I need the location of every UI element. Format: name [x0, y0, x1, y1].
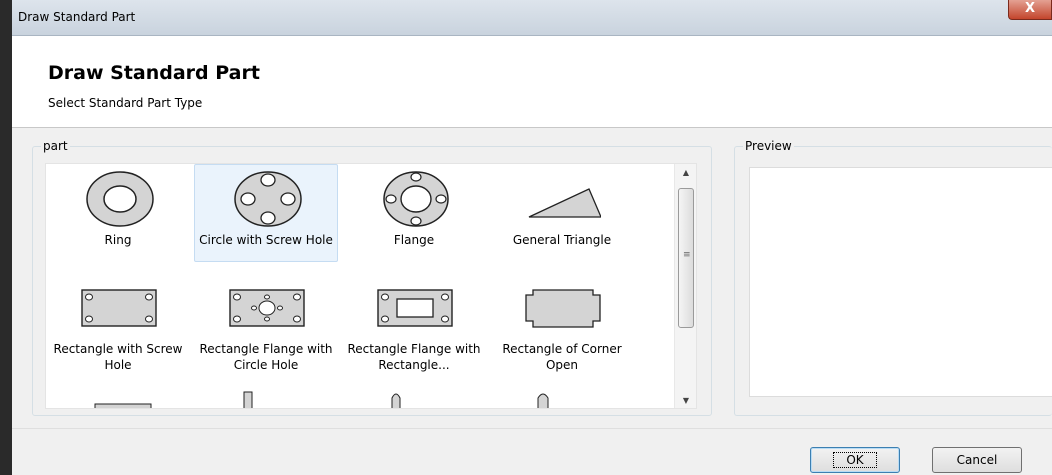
partial-part-icon — [391, 393, 401, 408]
part-label: Circle with Screw Hole — [199, 233, 333, 247]
part-group-label: part — [41, 139, 70, 153]
part-label: General Triangle — [512, 233, 612, 247]
close-icon: X — [1024, 1, 1036, 16]
close-button[interactable]: X — [1008, 0, 1052, 20]
scroll-up-icon[interactable]: ▲ — [675, 164, 696, 182]
list-item-general-triangle[interactable]: General Triangle — [490, 164, 634, 262]
circle-screw-hole-icon — [234, 171, 302, 227]
preview-box — [749, 167, 1052, 397]
list-item-rect-flange-circle[interactable]: Rectangle Flange with Circle Hole — [194, 282, 338, 380]
part-group: part Ring Circle with Screw Hole Flange … — [32, 139, 712, 416]
list-item-rect-screw-hole[interactable]: Rectangle with Screw Hole — [46, 282, 190, 380]
rect-flange-circle-icon — [229, 289, 305, 327]
part-label: Rectangle of Corner Open — [502, 342, 622, 372]
rect-screw-hole-icon — [81, 289, 157, 327]
part-label: Flange — [393, 233, 435, 247]
part-label: Rectangle with Screw Hole — [53, 342, 183, 372]
title-bar[interactable]: Draw Standard Part X — [12, 0, 1052, 36]
list-item-ring[interactable]: Ring — [46, 164, 190, 262]
window-title: Draw Standard Part — [18, 10, 136, 24]
ring-icon — [86, 171, 154, 227]
cancel-button[interactable]: Cancel — [932, 447, 1022, 473]
page-subtitle: Select Standard Part Type — [48, 96, 203, 110]
page-title: Draw Standard Part — [48, 62, 260, 84]
preview-group-label: Preview — [743, 139, 794, 153]
part-label: Rectangle Flange with Rectangle... — [347, 342, 481, 372]
scroll-down-icon[interactable]: ▼ — [675, 392, 696, 408]
grip-icon: ≡ — [683, 250, 691, 260]
vertical-scrollbar[interactable]: ▲ ≡ ▼ — [674, 164, 696, 408]
part-list[interactable]: Ring Circle with Screw Hole Flange Gener… — [45, 163, 697, 409]
list-item-rect-corner-open[interactable]: Rectangle of Corner Open — [490, 282, 634, 380]
rect-flange-rect-icon — [377, 289, 453, 327]
partial-part-icon — [537, 393, 549, 408]
flange-icon — [383, 171, 449, 227]
ok-button[interactable]: OK — [810, 447, 900, 473]
dialog-body: part Ring Circle with Screw Hole Flange … — [12, 128, 1052, 428]
preview-group: Preview — [734, 139, 1052, 416]
dialog-header: Draw Standard Part Select Standard Part … — [12, 36, 1052, 128]
partial-part-icon — [94, 403, 152, 408]
dialog-footer: OK Cancel — [12, 428, 1052, 475]
list-item-flange[interactable]: Flange — [342, 164, 486, 262]
window-edge — [0, 0, 12, 475]
list-item-rect-flange-rect[interactable]: Rectangle Flange with Rectangle... — [342, 282, 486, 380]
part-label: Rectangle Flange with Circle Hole — [199, 342, 333, 372]
rect-corner-open-icon — [525, 289, 601, 328]
list-item-circle-screw-hole[interactable]: Circle with Screw Hole — [194, 164, 338, 262]
part-label: Ring — [104, 233, 132, 247]
partial-part-icon — [243, 391, 253, 408]
ok-label: OK — [833, 452, 877, 468]
triangle-icon — [528, 188, 601, 218]
scroll-thumb[interactable]: ≡ — [678, 188, 694, 328]
